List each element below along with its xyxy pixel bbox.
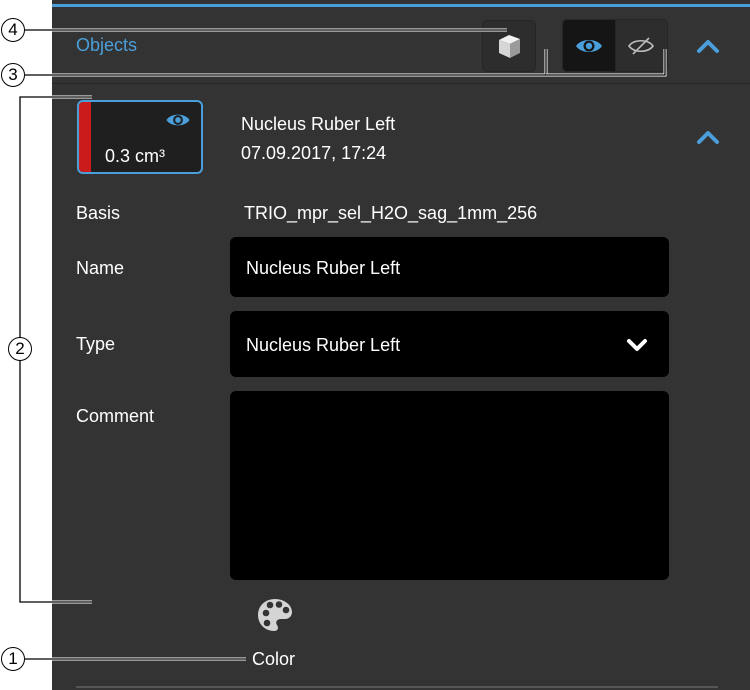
callout-2: 2 <box>8 337 32 361</box>
callout-leader-lines <box>18 28 667 661</box>
callout-4: 4 <box>1 18 25 42</box>
callout-3: 3 <box>1 63 25 87</box>
callout-1: 1 <box>1 647 25 671</box>
